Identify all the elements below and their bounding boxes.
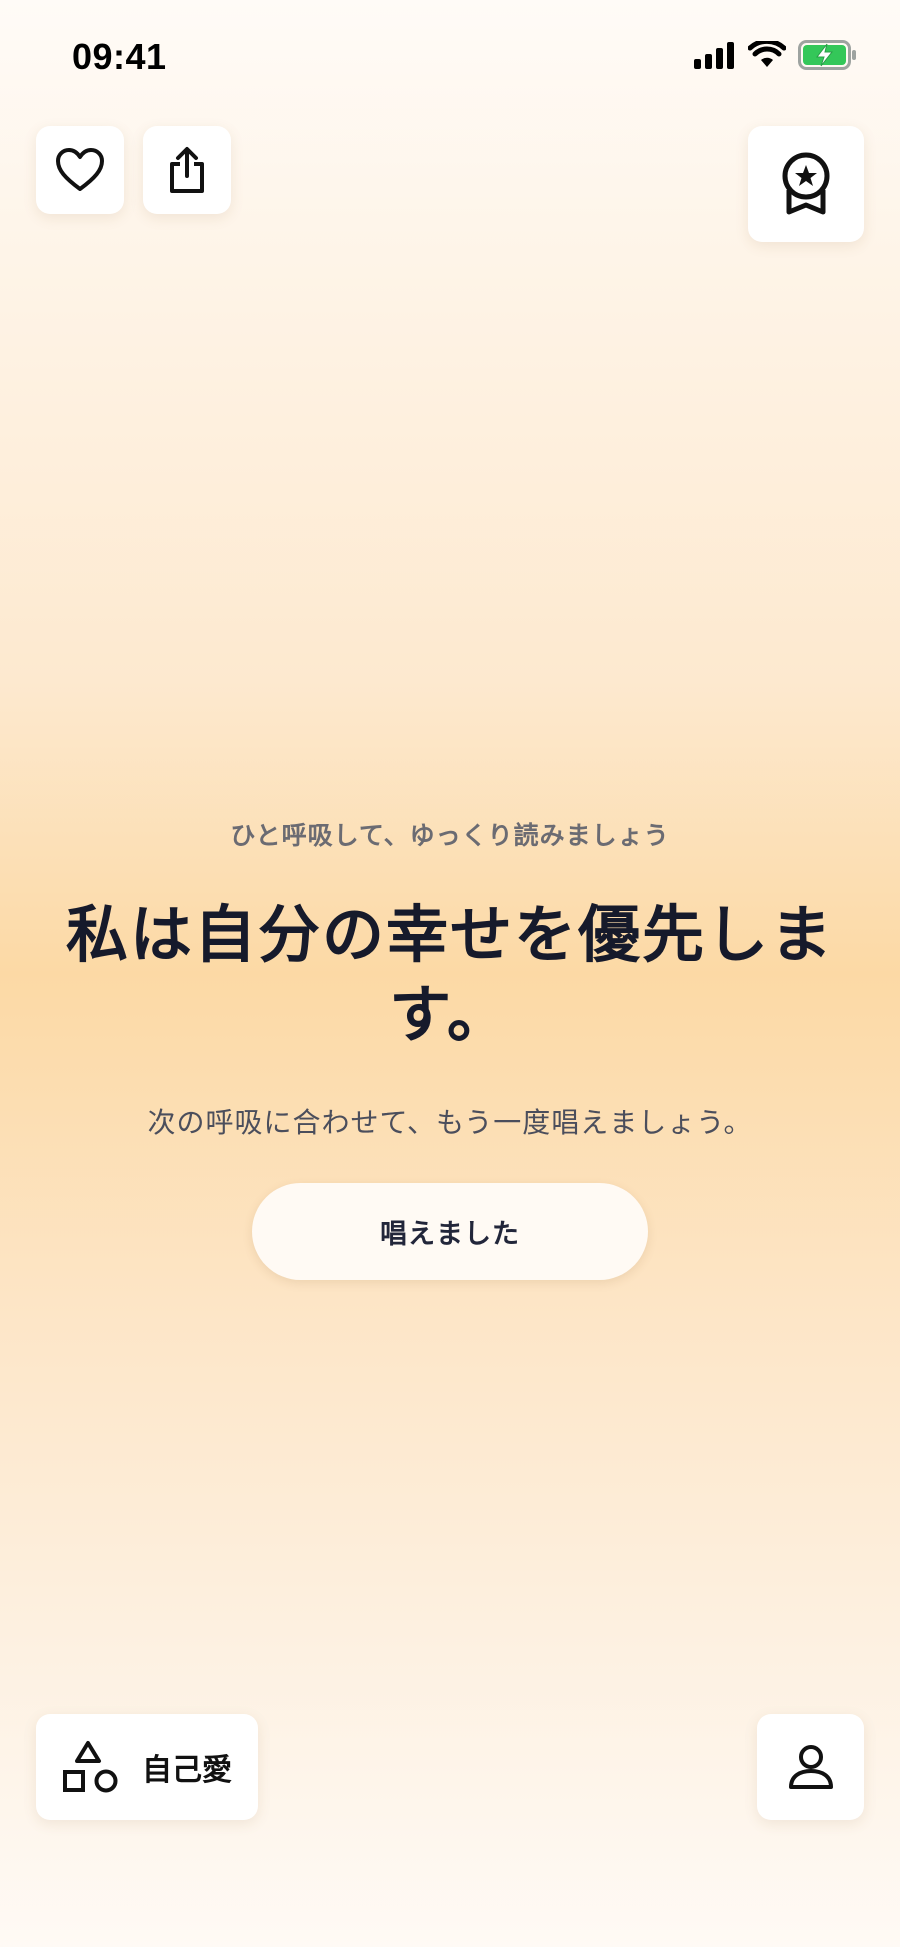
- instruction-text: 次の呼吸に合わせて、もう一度唱えましょう。: [147, 1106, 753, 1139]
- wifi-icon: [748, 41, 786, 67]
- category-button[interactable]: 自己愛: [36, 1714, 258, 1820]
- battery-charging-icon: [798, 40, 856, 70]
- achievements-button[interactable]: [748, 126, 864, 242]
- recited-button[interactable]: 唱えました: [252, 1183, 648, 1280]
- status-icons: [694, 40, 858, 70]
- heart-icon: [56, 148, 104, 191]
- profile-button[interactable]: [757, 1714, 864, 1820]
- award-ribbon-icon: [782, 152, 830, 215]
- status-bar: 09:41: [0, 0, 900, 110]
- signal-icon: [694, 42, 734, 69]
- person-icon: [788, 1745, 833, 1789]
- share-icon: [170, 147, 204, 193]
- breathing-prompt: ひと呼吸して、ゆっくり読みましょう: [230, 821, 670, 850]
- affirmation-text: 私は自分の幸せを優先します。: [65, 898, 834, 1051]
- favorite-button[interactable]: [36, 126, 124, 214]
- shapes-icon: [63, 1741, 118, 1793]
- status-time: 09:41: [72, 36, 167, 77]
- share-button[interactable]: [143, 126, 231, 214]
- category-label: 自己愛: [142, 1753, 232, 1788]
